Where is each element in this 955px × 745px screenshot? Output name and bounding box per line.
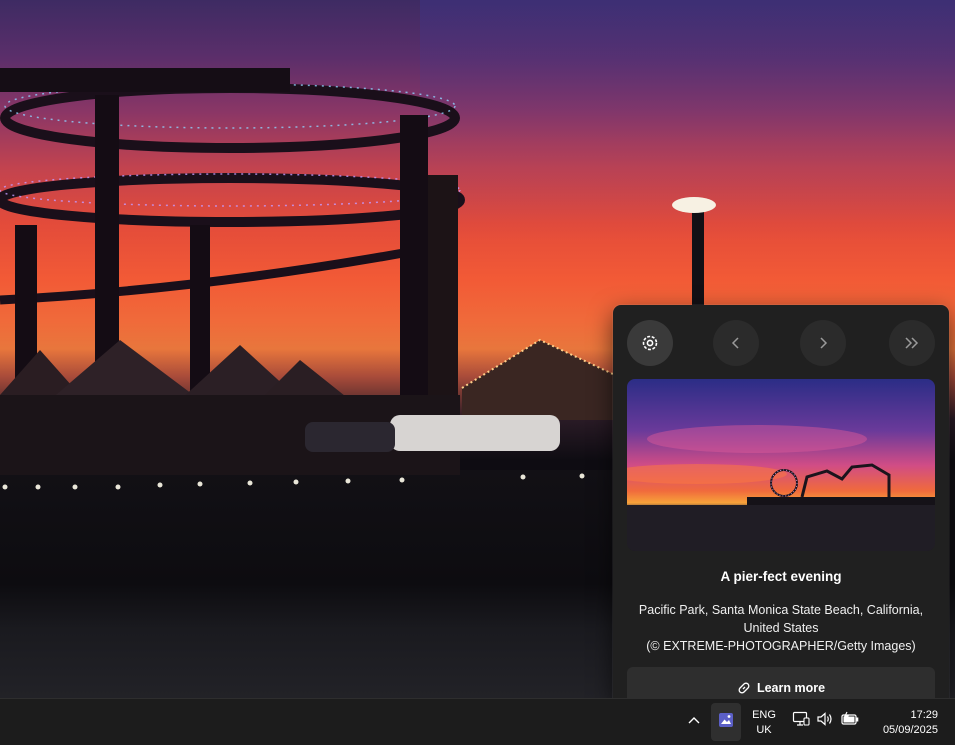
previous-button[interactable]	[713, 320, 759, 366]
spotlight-title: A pier-fect evening	[720, 569, 842, 584]
caption-location-line2: United States	[743, 621, 819, 635]
wallpaper-preview-image[interactable]	[627, 379, 935, 551]
clock-time: 17:29	[910, 709, 938, 721]
speaker-icon	[816, 710, 834, 733]
settings-button[interactable]	[627, 320, 673, 366]
double-chevron-right-icon	[903, 336, 921, 350]
spotlight-picture-icon	[718, 712, 734, 733]
caption-credit: (© EXTREME-PHOTOGRAPHER/Getty Images)	[646, 639, 916, 653]
learn-more-button[interactable]: Learn more	[627, 667, 935, 698]
taskbar: ENG UK 17:29 05/09/2025	[0, 698, 955, 745]
battery-button[interactable]	[840, 710, 860, 733]
network-ethernet-icon	[792, 710, 810, 733]
skip-button[interactable]	[889, 320, 935, 366]
clock-button[interactable]: 17:29 05/09/2025	[870, 707, 942, 739]
battery-charging-icon	[840, 710, 860, 733]
gear-icon	[640, 333, 660, 353]
spotlight-tray-button[interactable]	[711, 703, 741, 741]
language-code: ENG	[752, 709, 776, 721]
language-indicator[interactable]: ENG UK	[746, 707, 782, 739]
chevron-right-icon	[816, 336, 830, 350]
link-icon	[737, 681, 751, 698]
clock-date: 05/09/2025	[882, 724, 938, 736]
caption-location-line1: Pacific Park, Santa Monica State Beach, …	[638, 603, 924, 617]
learn-more-label: Learn more	[756, 681, 826, 695]
spotlight-flyout: A pier-fect evening Pacific Park, Santa …	[613, 305, 949, 698]
next-button[interactable]	[800, 320, 846, 366]
volume-button[interactable]	[816, 710, 834, 733]
language-region: UK	[756, 724, 772, 736]
network-button[interactable]	[792, 710, 810, 733]
spotlight-caption: Pacific Park, Santa Monica State Beach, …	[629, 601, 933, 655]
show-hidden-icons-button[interactable]	[682, 709, 706, 735]
chevron-left-icon	[729, 336, 743, 350]
chevron-up-icon	[688, 713, 700, 731]
